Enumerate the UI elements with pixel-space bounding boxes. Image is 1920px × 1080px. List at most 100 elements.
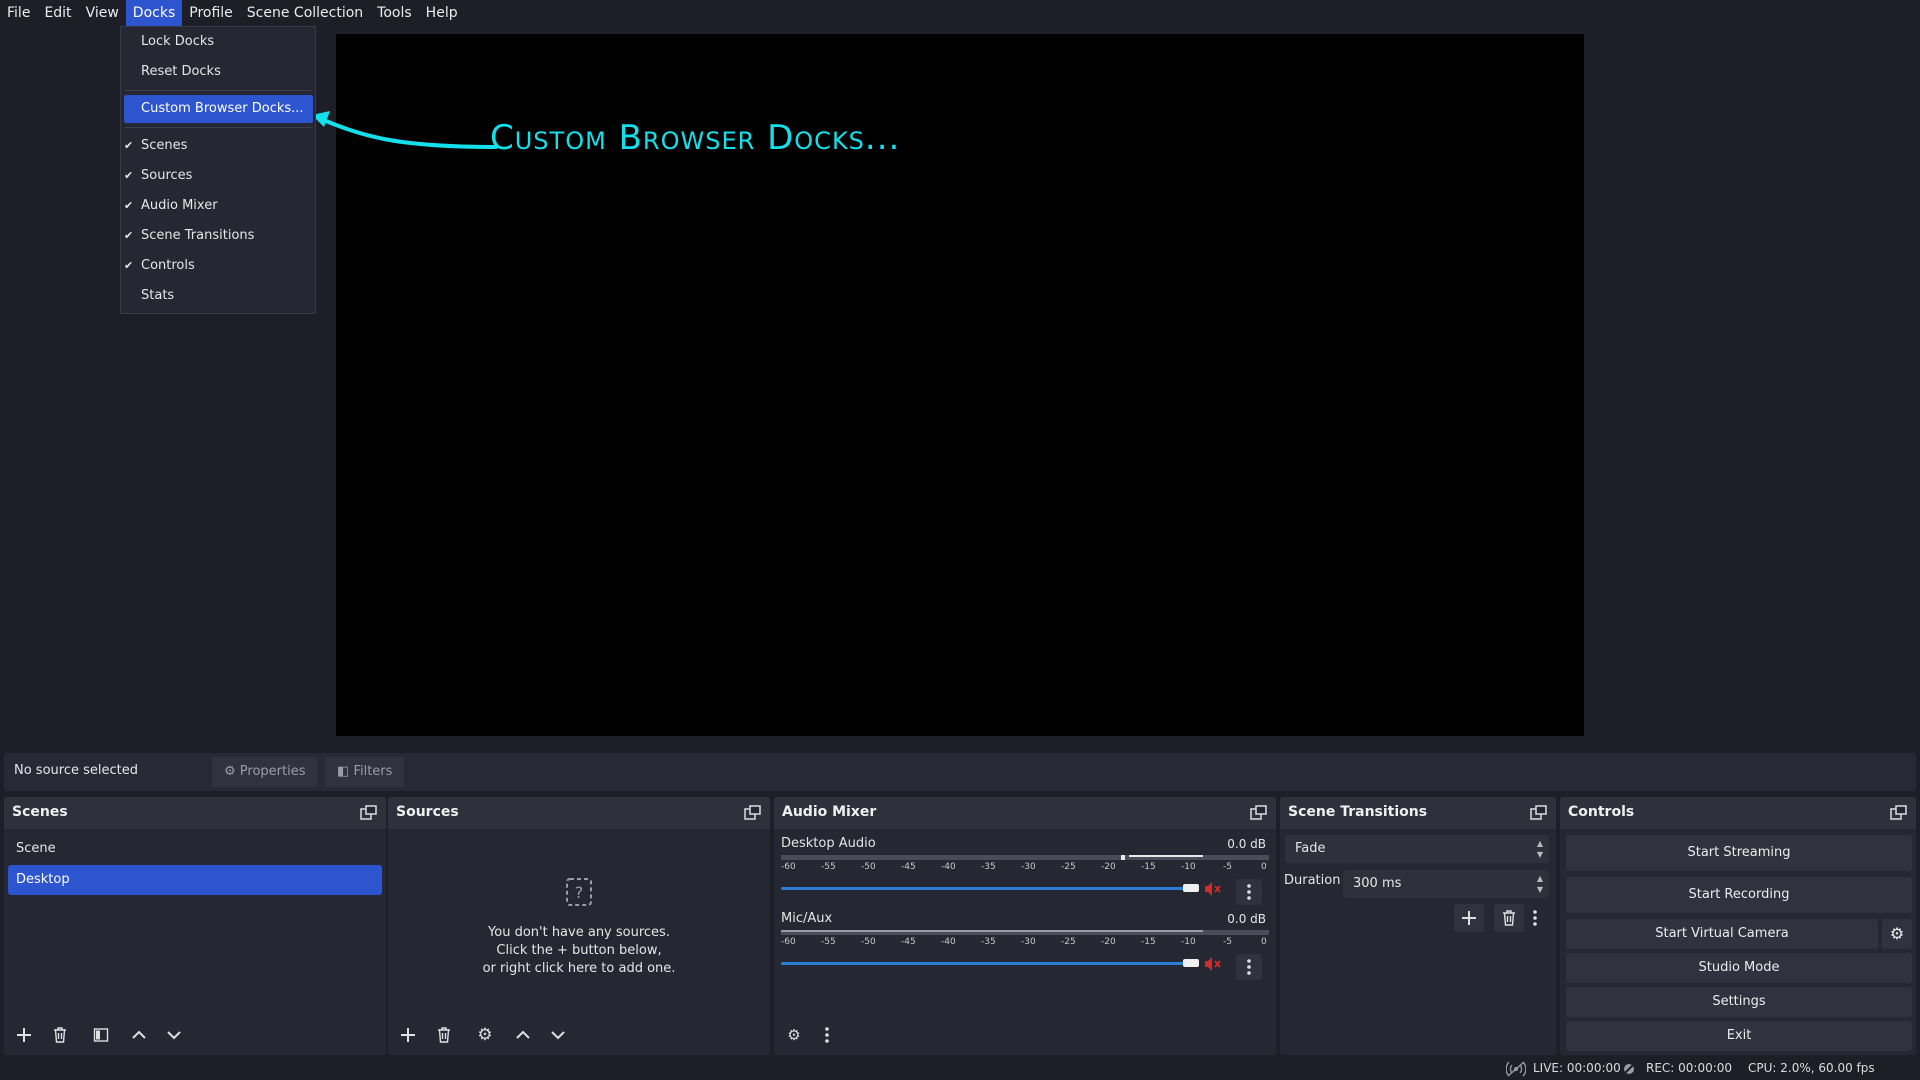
kebab-icon xyxy=(1533,910,1537,926)
menu-separator xyxy=(125,90,311,91)
volume-fader[interactable] xyxy=(781,887,1199,890)
tick-label: -40 xyxy=(941,937,956,947)
transition-select[interactable]: Fade ▲ ▼ xyxy=(1285,835,1549,863)
start-streaming-button[interactable]: Start Streaming xyxy=(1566,835,1912,871)
add-icon[interactable] xyxy=(393,1021,423,1049)
gear-icon[interactable]: ⚙ xyxy=(470,1021,500,1049)
meter-ticks: -60 -55 -50 -45 -40 -35 -30 -25 -20 -15 … xyxy=(781,862,1269,874)
start-recording-button[interactable]: Start Recording xyxy=(1566,877,1912,913)
tick-label: -60 xyxy=(781,937,796,947)
menu-bar: File Edit View Docks Profile Scene Colle… xyxy=(0,0,1920,26)
undock-icon[interactable] xyxy=(1890,804,1908,822)
menu-file[interactable]: File xyxy=(0,0,37,26)
channel-db: 0.0 dB xyxy=(1227,912,1266,926)
menu-lock-docks[interactable]: Lock Docks xyxy=(121,28,315,56)
channel-name: Desktop Audio xyxy=(781,836,876,851)
trash-icon xyxy=(1503,910,1515,926)
volume-fader-handle[interactable] xyxy=(1183,884,1199,892)
menu-scene-collection[interactable]: Scene Collection xyxy=(240,0,370,26)
kebab-icon xyxy=(1247,884,1251,900)
undock-icon[interactable] xyxy=(1250,804,1268,822)
scene-transitions-dock-header: Scene Transitions xyxy=(1280,797,1556,829)
chevron-down-icon[interactable] xyxy=(543,1021,573,1049)
menu-docks[interactable]: Docks xyxy=(125,0,183,26)
tick-label: 0 xyxy=(1261,862,1267,872)
tick-label: -40 xyxy=(941,862,956,872)
filters-label: Filters xyxy=(353,764,393,779)
undock-icon[interactable] xyxy=(1530,804,1548,822)
check-icon: ✔ xyxy=(124,139,134,152)
tick-label: -25 xyxy=(1061,937,1076,947)
chevron-down-icon[interactable] xyxy=(159,1021,189,1049)
scene-item[interactable]: Scene xyxy=(8,834,382,864)
scene-item[interactable]: Desktop xyxy=(8,865,382,895)
menu-dock-scene-transitions-label: Scene Transitions xyxy=(141,228,255,243)
menu-help[interactable]: Help xyxy=(419,0,465,26)
menu-reset-docks[interactable]: Reset Docks xyxy=(121,58,315,86)
chevron-up-icon[interactable] xyxy=(124,1021,154,1049)
transition-menu-button[interactable] xyxy=(1520,904,1550,932)
menu-dock-sources[interactable]: ✔ Sources xyxy=(121,162,315,190)
scenes-dock-header: Scenes xyxy=(4,797,386,829)
menu-dock-scene-transitions[interactable]: ✔ Scene Transitions xyxy=(121,222,315,250)
spin-arrows-icon[interactable]: ▲ ▼ xyxy=(1537,873,1543,895)
sources-dock-title: Sources xyxy=(396,804,459,820)
chevron-up-icon[interactable] xyxy=(508,1021,538,1049)
mute-icon[interactable] xyxy=(1204,956,1222,972)
channel-menu-button[interactable] xyxy=(1236,879,1262,905)
menu-dock-audio-mixer[interactable]: ✔ Audio Mixer xyxy=(121,192,315,220)
filter-icon: ◧ xyxy=(337,764,350,779)
trash-icon[interactable] xyxy=(45,1021,75,1049)
menu-custom-browser-docks[interactable]: Custom Browser Docks... xyxy=(124,95,313,123)
menu-dock-stats[interactable]: Stats xyxy=(121,282,315,310)
scene-filters-icon[interactable] xyxy=(86,1021,116,1049)
menu-dock-controls[interactable]: ✔ Controls xyxy=(121,252,315,280)
menu-profile[interactable]: Profile xyxy=(182,0,240,26)
scene-transitions-dock-title: Scene Transitions xyxy=(1288,804,1428,820)
volume-fader[interactable] xyxy=(781,962,1199,965)
menu-dock-scenes-label: Scenes xyxy=(141,138,188,153)
duration-spinbox[interactable]: 300 ms ▲ ▼ xyxy=(1343,870,1549,898)
svg-text:?: ? xyxy=(575,883,584,902)
scene-transitions-dock: Scene Transitions Fade ▲ ▼ Duration 300 m… xyxy=(1280,797,1556,1055)
add-icon xyxy=(1462,911,1476,925)
add-transition-button[interactable] xyxy=(1454,904,1484,932)
tick-label: -10 xyxy=(1181,862,1196,872)
menu-view[interactable]: View xyxy=(79,0,126,26)
audio-mixer-dock: Audio Mixer Desktop Audio 0.0 dB -60 -55… xyxy=(774,797,1276,1055)
trash-icon[interactable] xyxy=(429,1021,459,1049)
audio-mixer-dock-header: Audio Mixer xyxy=(774,797,1276,829)
exit-button[interactable]: Exit xyxy=(1566,1021,1912,1051)
transition-value: Fade xyxy=(1295,841,1326,856)
add-icon[interactable] xyxy=(9,1021,39,1049)
menu-dock-scenes[interactable]: ✔ Scenes xyxy=(121,132,315,160)
filters-button[interactable]: ◧ Filters xyxy=(325,757,405,787)
rec-status: REC: 00:00:00 xyxy=(1646,1061,1733,1075)
tick-label: -45 xyxy=(901,862,916,872)
menu-dock-controls-label: Controls xyxy=(141,258,195,273)
source-toolbar: No source selected ⚙ Properties ◧ Filter… xyxy=(4,753,1916,791)
volume-fader-handle[interactable] xyxy=(1183,959,1199,967)
mute-icon[interactable] xyxy=(1204,881,1222,897)
menu-edit[interactable]: Edit xyxy=(37,0,78,26)
chevron-updown-icon: ▲ ▼ xyxy=(1536,839,1543,859)
start-virtual-camera-button[interactable]: Start Virtual Camera xyxy=(1566,919,1878,949)
undock-icon[interactable] xyxy=(360,804,378,822)
scenes-dock-title: Scenes xyxy=(12,804,68,820)
tick-label: -35 xyxy=(981,937,996,947)
advanced-audio-gear-icon[interactable]: ⚙ xyxy=(779,1021,809,1049)
properties-button[interactable]: ⚙ Properties xyxy=(212,757,318,787)
sources-empty-message[interactable]: You don't have any sources. Click the + … xyxy=(388,924,770,978)
volume-meter xyxy=(781,930,1269,935)
channel-menu-button[interactable] xyxy=(1236,954,1262,980)
kebab-icon[interactable] xyxy=(812,1021,842,1049)
virtual-camera-settings-gear-icon[interactable]: ⚙ xyxy=(1882,919,1912,949)
tick-label: -5 xyxy=(1223,937,1232,947)
undock-icon[interactable] xyxy=(744,804,762,822)
record-icon xyxy=(1622,1062,1636,1076)
studio-mode-button[interactable]: Studio Mode xyxy=(1566,953,1912,983)
menu-dock-audio-mixer-label: Audio Mixer xyxy=(141,198,218,213)
settings-button[interactable]: Settings xyxy=(1566,987,1912,1017)
menu-tools[interactable]: Tools xyxy=(370,0,419,26)
tick-label: -25 xyxy=(1061,862,1076,872)
